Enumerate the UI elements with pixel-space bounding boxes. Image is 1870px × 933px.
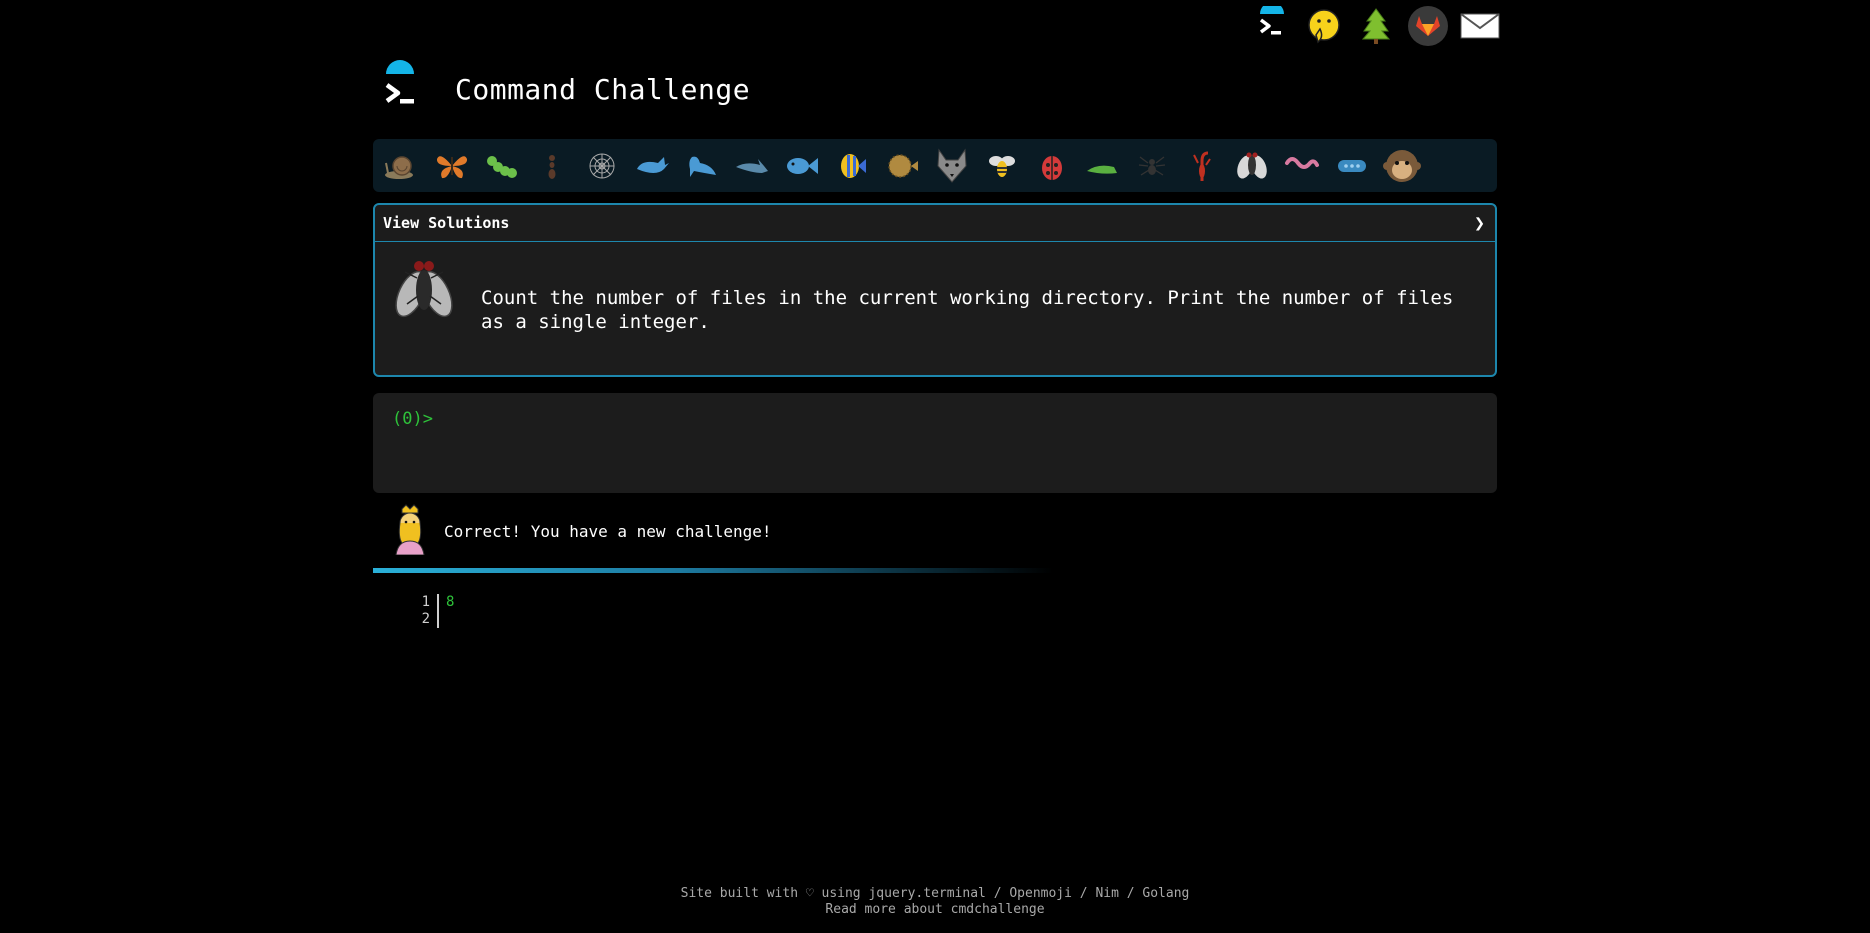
level-ant-icon[interactable] — [531, 145, 573, 187]
terminal-logo-icon — [373, 60, 427, 118]
line-number: 1 — [400, 594, 439, 611]
level-blowfish-icon[interactable] — [881, 145, 923, 187]
terminal[interactable]: (0)> — [373, 393, 1497, 493]
progress-bar — [373, 568, 1053, 573]
level-caterpillar-icon[interactable] — [481, 145, 523, 187]
level-butterfly-icon[interactable] — [431, 145, 473, 187]
envelope-icon[interactable] — [1458, 4, 1502, 48]
terminal-prompt: (0)> — [392, 409, 433, 429]
challenge-description: Count the number of files in the current… — [481, 287, 1454, 333]
princess-icon — [388, 503, 432, 559]
level-bee-icon[interactable] — [981, 145, 1023, 187]
output-line: 1 8 — [400, 594, 454, 611]
footer-read-more-link[interactable]: Read more about cmdchallenge — [0, 902, 1870, 918]
face-with-hand-over-mouth-icon[interactable] — [1302, 4, 1346, 48]
view-solutions-toggle[interactable]: View Solutions ❯ — [375, 205, 1495, 242]
footer: Site built with ♡ using jquery.terminal … — [0, 886, 1870, 918]
line-number: 2 — [400, 611, 439, 628]
level-monkey-icon[interactable] — [1381, 145, 1423, 187]
chevron-right-icon: ❯ — [1474, 212, 1485, 234]
command-output: 1 8 2 — [400, 594, 454, 628]
top-nav — [1250, 4, 1502, 48]
level-fish-icon[interactable] — [781, 145, 823, 187]
output-value: 8 — [446, 594, 455, 610]
view-solutions-label: View Solutions — [383, 214, 510, 232]
level-selector — [373, 139, 1497, 192]
level-whale-icon[interactable] — [631, 145, 673, 187]
result-text: Correct! You have a new challenge! — [444, 521, 772, 541]
level-scorpion-icon[interactable] — [1181, 145, 1223, 187]
level-wolf-icon[interactable] — [931, 145, 973, 187]
challenge-panel: View Solutions ❯ Count the number of fil… — [373, 203, 1497, 377]
tree-icon[interactable] — [1354, 4, 1398, 48]
output-line: 2 — [400, 611, 454, 628]
level-cricket-icon[interactable] — [1081, 145, 1123, 187]
page-title: Command Challenge — [455, 72, 751, 106]
footer-credits: Site built with ♡ using jquery.terminal … — [680, 886, 1190, 901]
level-snail-icon[interactable] — [381, 145, 423, 187]
terminal-logo-icon[interactable] — [1250, 4, 1294, 48]
result-message: Correct! You have a new challenge! — [388, 503, 772, 559]
output-value — [439, 611, 446, 628]
header: Command Challenge — [373, 60, 750, 118]
level-ladybug-icon[interactable] — [1031, 145, 1073, 187]
level-dolphin-icon[interactable] — [731, 145, 773, 187]
level-worm-icon[interactable] — [1281, 145, 1323, 187]
level-fly-icon[interactable] — [1231, 145, 1273, 187]
fly-icon — [391, 256, 457, 326]
level-microbe-icon[interactable] — [1331, 145, 1373, 187]
level-tropical-fish-icon[interactable] — [831, 145, 873, 187]
level-spider-icon[interactable] — [1131, 145, 1173, 187]
level-shark-icon[interactable] — [681, 145, 723, 187]
gitlab-icon[interactable] — [1406, 4, 1450, 48]
level-spider-web-icon[interactable] — [581, 145, 623, 187]
